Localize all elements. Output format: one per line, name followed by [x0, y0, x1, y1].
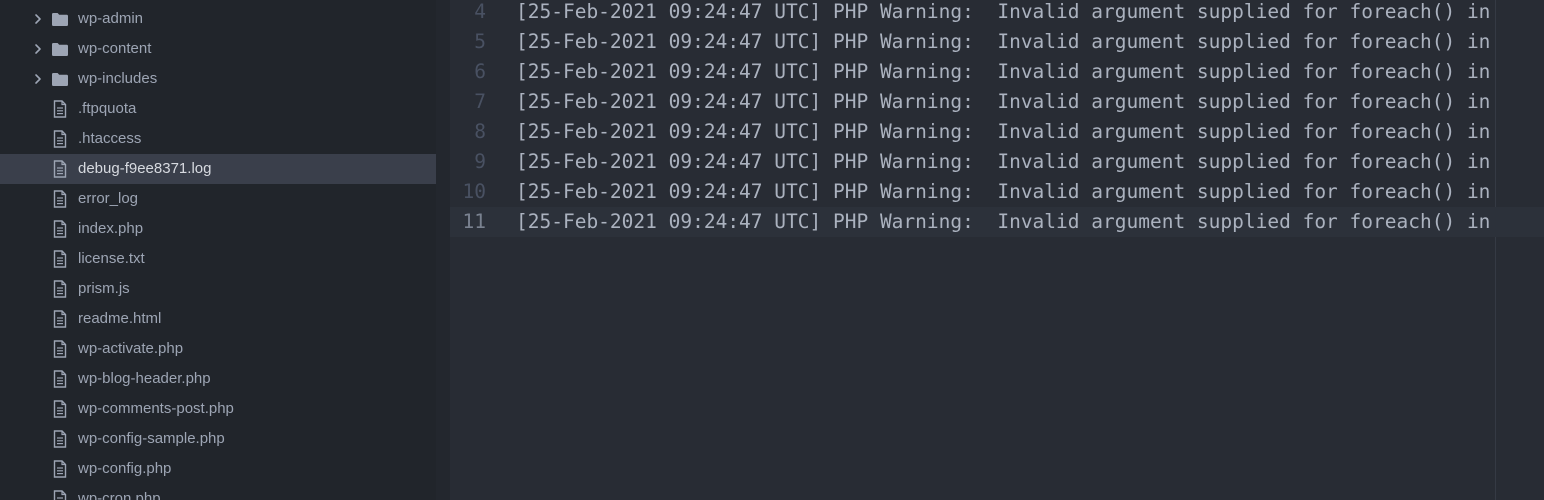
tree-view: wp-admin wp-content wp-includes .ftpquota .h… — [0, 0, 436, 500]
tree-file-item[interactable]: error_log — [0, 184, 436, 214]
file-text-icon — [50, 100, 70, 118]
tree-item-label: error_log — [78, 190, 139, 207]
line-text: [25-Feb-2021 09:24:47 UTC] PHP Warning: … — [516, 120, 1491, 143]
line-number: 9 — [474, 150, 486, 173]
editor-line[interactable]: 7 [25-Feb-2021 09:24:47 UTC] PHP Warning:… — [450, 87, 1544, 117]
file-text-icon — [50, 130, 70, 148]
tree-file-item[interactable]: prism.js — [0, 274, 436, 304]
tree-list: wp-admin wp-content wp-includes .ftpquota .h… — [0, 4, 436, 500]
tree-file-item[interactable]: .ftpquota — [0, 94, 436, 124]
chevron-right-icon[interactable] — [31, 4, 45, 34]
tree-file-item[interactable]: wp-activate.php — [0, 334, 436, 364]
line-text: [25-Feb-2021 09:24:47 UTC] PHP Warning: … — [516, 30, 1491, 53]
tree-item-label: index.php — [78, 220, 144, 237]
file-text-icon — [50, 340, 70, 358]
file-text-icon — [50, 370, 70, 388]
tree-item-label: wp-admin — [78, 10, 144, 27]
text-editor[interactable]: 4 [25-Feb-2021 09:24:47 UTC] PHP Warning:… — [450, 0, 1544, 500]
tree-folder-item[interactable]: wp-includes — [0, 64, 436, 94]
tree-item-label: readme.html — [78, 310, 162, 327]
tree-item-label: wp-config-sample.php — [78, 430, 225, 447]
editor-line[interactable]: 8 [25-Feb-2021 09:24:47 UTC] PHP Warning:… — [450, 117, 1544, 147]
folder-icon — [50, 10, 70, 28]
editor-line[interactable]: 10 [25-Feb-2021 09:24:47 UTC] PHP Warning… — [450, 177, 1544, 207]
line-number: 10 — [462, 180, 486, 203]
tree-item-label: .htaccess — [78, 130, 142, 147]
tree-item-label: debug-f9ee8371.log — [78, 160, 212, 177]
editor-window: wp-admin wp-content wp-includes .ftpquota .h… — [0, 0, 1544, 500]
line-text: [25-Feb-2021 09:24:47 UTC] PHP Warning: … — [516, 210, 1491, 233]
chevron-right-icon[interactable] — [31, 34, 45, 64]
tree-item-label: prism.js — [78, 280, 130, 297]
folder-icon — [50, 70, 70, 88]
editor-line[interactable]: 11 [25-Feb-2021 09:24:47 UTC] PHP Warning… — [450, 207, 1544, 237]
file-text-icon — [50, 250, 70, 268]
line-text: [25-Feb-2021 09:24:47 UTC] PHP Warning: … — [516, 0, 1491, 23]
editor-line[interactable]: 4 [25-Feb-2021 09:24:47 UTC] PHP Warning:… — [450, 0, 1544, 27]
tree-file-item[interactable]: readme.html — [0, 304, 436, 334]
tree-file-item[interactable]: wp-config.php — [0, 454, 436, 484]
tree-item-label: wp-content — [78, 40, 152, 57]
tree-item-label: wp-cron.php — [78, 490, 161, 500]
line-number: 5 — [474, 30, 486, 53]
tree-file-item[interactable]: wp-cron.php — [0, 484, 436, 500]
line-number: 11 — [462, 210, 486, 233]
tree-folder-item[interactable]: wp-admin — [0, 4, 436, 34]
line-text: [25-Feb-2021 09:24:47 UTC] PHP Warning: … — [516, 180, 1491, 203]
panel-resize-handle[interactable] — [436, 0, 450, 500]
file-text-icon — [50, 400, 70, 418]
line-number: 8 — [474, 120, 486, 143]
file-text-icon — [50, 220, 70, 238]
chevron-right-icon[interactable] — [31, 64, 45, 94]
editor-line[interactable]: 6 [25-Feb-2021 09:24:47 UTC] PHP Warning:… — [450, 57, 1544, 87]
tree-item-label: license.txt — [78, 250, 145, 267]
file-text-icon — [50, 310, 70, 328]
editor-line[interactable]: 9 [25-Feb-2021 09:24:47 UTC] PHP Warning:… — [450, 147, 1544, 177]
tree-file-item[interactable]: license.txt — [0, 244, 436, 274]
tree-file-item[interactable]: debug-f9ee8371.log — [0, 154, 436, 184]
file-text-icon — [50, 430, 70, 448]
file-text-icon — [50, 160, 70, 178]
line-number: 4 — [474, 0, 486, 23]
tree-folder-item[interactable]: wp-content — [0, 34, 436, 64]
tree-file-item[interactable]: wp-comments-post.php — [0, 394, 436, 424]
line-number: 6 — [474, 60, 486, 83]
file-text-icon — [50, 190, 70, 208]
folder-icon — [50, 40, 70, 58]
line-text: [25-Feb-2021 09:24:47 UTC] PHP Warning: … — [516, 90, 1491, 113]
line-text: [25-Feb-2021 09:24:47 UTC] PHP Warning: … — [516, 60, 1491, 83]
file-text-icon — [50, 280, 70, 298]
editor-line[interactable]: 5 [25-Feb-2021 09:24:47 UTC] PHP Warning:… — [450, 27, 1544, 57]
tree-file-item[interactable]: wp-config-sample.php — [0, 424, 436, 454]
tree-item-label: wp-includes — [78, 70, 158, 87]
tree-file-item[interactable]: index.php — [0, 214, 436, 244]
tree-item-label: wp-config.php — [78, 460, 172, 477]
file-text-icon — [50, 460, 70, 478]
tree-item-label: .ftpquota — [78, 100, 137, 117]
line-number: 7 — [474, 90, 486, 113]
tree-item-label: wp-blog-header.php — [78, 370, 211, 387]
line-text: [25-Feb-2021 09:24:47 UTC] PHP Warning: … — [516, 150, 1491, 173]
tree-file-item[interactable]: wp-blog-header.php — [0, 364, 436, 394]
tree-file-item[interactable]: .htaccess — [0, 124, 436, 154]
file-text-icon — [50, 490, 70, 500]
tree-item-label: wp-comments-post.php — [78, 400, 234, 417]
tree-item-label: wp-activate.php — [78, 340, 184, 357]
